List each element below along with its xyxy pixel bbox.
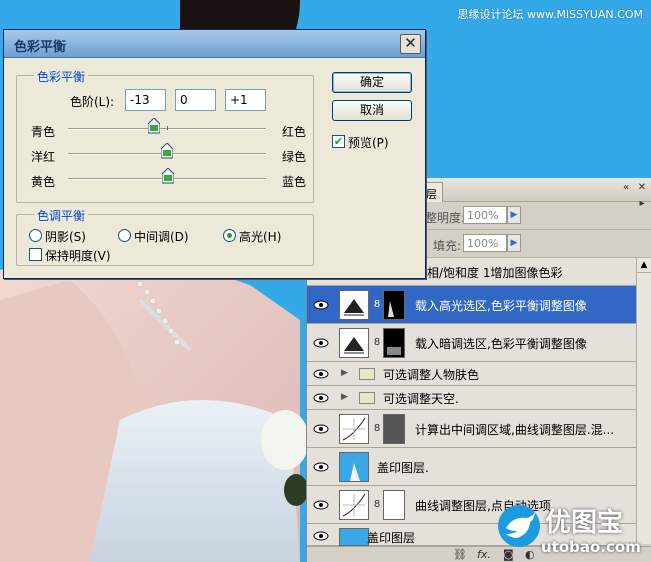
eye-icon[interactable] [313,337,329,349]
color-balance-legend: 色彩平衡 [34,68,89,85]
eye-icon[interactable] [313,392,329,404]
color-balance-dialog: 色彩平衡 ✕ 色彩平衡 色阶(L): -13 0 +1 青色 红色 洋红 绿色 … [3,29,426,279]
scroll-up-icon[interactable]: ▲ [637,258,651,273]
cancel-button[interactable]: 取消 [332,100,412,121]
chain-link-icon[interactable]: 8 [373,499,381,510]
photo-thumb [339,528,369,546]
midtones-label[interactable]: 中间调(D) [134,228,189,245]
layer-name: 载入高光选区,色彩平衡调整图像 [415,299,587,313]
expand-arrow-icon[interactable]: ▶ [341,392,348,402]
tab-layers[interactable]: 层 [423,182,443,202]
layer-name: 盖印图层. [377,461,429,475]
layer-row[interactable]: 盖印图层. [307,448,637,486]
fill-field[interactable]: 100% [463,234,507,252]
yellow-blue-slider-thumb[interactable] [161,168,174,184]
layer-name: 可选调整人物肤色 [383,368,480,382]
layer-name: 盖印图层 [367,531,416,545]
levels-label: 色阶(L): [70,95,115,109]
layer-group-row[interactable]: ▶ 可选调整人物肤色 [307,362,637,386]
ok-button[interactable]: 确定 [332,72,412,93]
logo-url: utobao.com [541,538,641,556]
preserve-luminosity-label[interactable]: 保持明度(V) [45,247,111,264]
layer-name: 可选调整天空. [383,392,459,406]
eye-icon[interactable] [313,461,329,473]
slider-center-tick [167,126,168,130]
highlights-radio[interactable] [223,229,236,242]
slider-left-label: 洋红 [31,150,56,164]
chain-link-icon[interactable]: 8 [373,337,381,348]
shadows-radio[interactable] [29,229,42,242]
highlights-label[interactable]: 高光(H) [239,228,281,245]
shadows-label[interactable]: 阴影(S) [45,228,86,245]
chain-link-icon[interactable]: 8 [373,423,381,434]
opacity-label: 整明度: [425,211,466,225]
curves-thumb-icon [339,414,369,444]
layer-group-row[interactable]: ▶ 可选调整天空. [307,386,637,410]
expand-arrow-icon[interactable]: ▶ [341,368,348,378]
level-yellow-blue-input[interactable]: +1 [225,89,266,111]
folder-icon [359,368,375,380]
color-balance-thumb-icon [339,328,369,358]
layer-name: 载入暗调选区,色彩平衡调整图像 [415,337,587,351]
layer-mask-thumb[interactable] [383,328,405,358]
dialog-title: 色彩平衡 [14,40,67,55]
eye-icon[interactable] [313,530,329,542]
link-icon[interactable]: ⛓ [453,548,467,561]
layer-row[interactable]: 8 计算出中间调区域,曲线调整图层.混... [307,410,637,448]
preserve-luminosity-checkbox[interactable] [29,248,42,261]
layer-mask-thumb[interactable] [383,290,405,320]
eye-icon[interactable] [313,299,329,311]
fill-label: 填充: [433,239,462,253]
layer-row-selected[interactable]: 8 载入高光选区,色彩平衡调整图像 [307,286,637,324]
slider-right-label: 绿色 [282,150,307,164]
opacity-arrow-icon[interactable]: ▶ [507,206,521,224]
curves-thumb-icon [339,490,369,520]
eye-icon[interactable] [313,368,329,380]
logo-name: 优图宝 [545,508,624,538]
midtones-radio[interactable] [118,229,131,242]
layer-mask-thumb[interactable] [383,414,405,444]
fx-icon[interactable]: fx. [477,548,491,561]
slider-right-label: 蓝色 [282,175,307,189]
site-logo: 优图宝 utobao.com [497,500,651,562]
tone-balance-legend: 色调平衡 [34,207,89,224]
level-cyan-red-input[interactable]: -13 [125,89,166,111]
chain-link-icon[interactable]: 8 [373,299,381,310]
slider-left-label: 黄色 [31,175,56,189]
fill-arrow-icon[interactable]: ▶ [507,234,521,252]
layer-mask-thumb[interactable] [383,490,405,520]
eye-icon[interactable] [313,499,329,511]
close-panel-icon[interactable]: ✕ [635,182,649,194]
close-icon[interactable]: ✕ [400,34,421,54]
layer-name: 计算出中间调区域,曲线调整图层.混... [415,423,615,437]
slider-right-label: 红色 [282,125,307,139]
dialog-titlebar[interactable] [4,30,425,58]
preview-checkbox[interactable]: ✔ [332,135,345,148]
photo-thumb [339,452,369,482]
eye-icon[interactable] [313,423,329,435]
slider-left-label: 青色 [31,125,56,139]
opacity-field[interactable]: 100% [463,206,507,224]
cyan-red-slider-thumb[interactable] [148,118,161,134]
layer-name: 相/饱和度 1增加图像色彩 [427,266,563,280]
preview-label[interactable]: 预览(P) [348,134,389,151]
level-magenta-green-input[interactable]: 0 [175,89,216,111]
watermark-text: 思缘设计论坛 www.MISSYUAN.COM [457,8,643,21]
color-balance-thumb-icon [339,290,369,320]
screenshot-scene: 思缘设计论坛 www.MISSYUAN.COM 层 « ✕ ▸ 整明度: 100… [0,0,651,562]
collapse-icon[interactable]: « [619,182,633,194]
layer-row[interactable]: 8 载入暗调选区,色彩平衡调整图像 [307,324,637,362]
folder-icon [359,392,375,404]
magenta-green-slider-thumb[interactable] [161,143,173,159]
bird-logo-icon [498,505,540,547]
